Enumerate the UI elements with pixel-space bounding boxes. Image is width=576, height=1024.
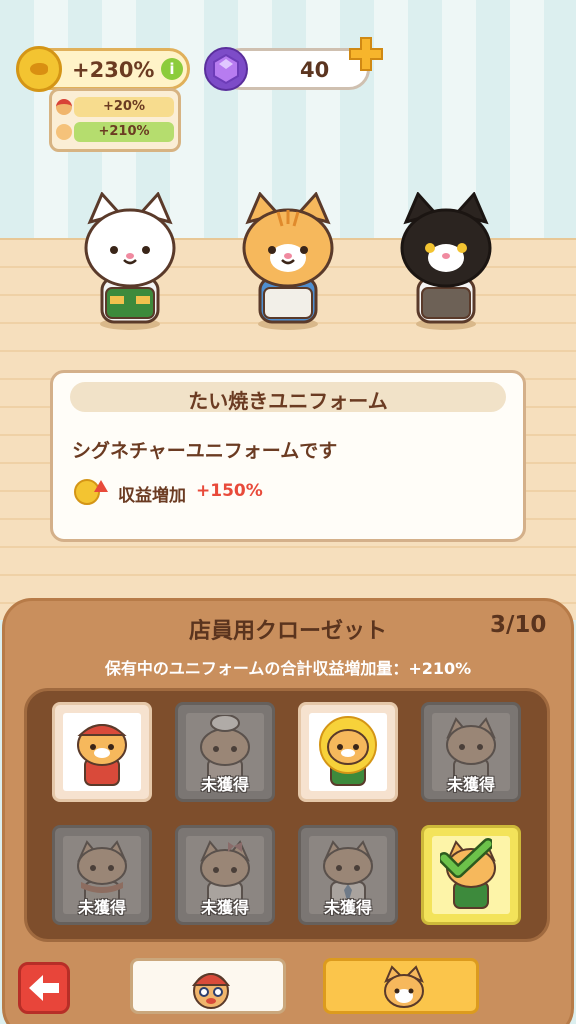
purple-gem-icon [204, 47, 248, 91]
locked-label: 未獲得 [323, 898, 372, 917]
uniform-title: たい焼きユニフォーム [188, 389, 388, 413]
checkmark-icon [440, 838, 492, 878]
closet-count: 3/10 [490, 612, 547, 638]
staff-tab-button[interactable] [130, 958, 286, 1014]
orange-tabby-cat-character[interactable] [238, 192, 338, 332]
coin-bonus-value: +230% [72, 58, 155, 82]
red-cap-cat-icon [77, 724, 127, 786]
uniform-slot-ribbon[interactable]: 未獲得 [175, 825, 275, 925]
uniform-slot-sunflower[interactable] [298, 702, 398, 802]
uniform-slot-apron[interactable]: 未獲得 [421, 702, 521, 802]
coin-icon [16, 46, 62, 92]
uniform-slot-chef-hat[interactable]: 未獲得 [175, 702, 275, 802]
uniform-slot-red-cap[interactable] [52, 702, 152, 802]
locked-label: 未獲得 [77, 898, 126, 917]
locked-label: 未獲得 [446, 775, 495, 794]
effect-label: 収益増加 [118, 486, 186, 506]
back-button[interactable] [18, 962, 70, 1014]
black-cat-character[interactable] [396, 192, 496, 332]
uniform-description: シグネチャーユニフォームです [72, 440, 338, 462]
sunflower-cat-icon [319, 716, 377, 786]
gem-count: 40 [300, 58, 330, 82]
staff-face-icon [56, 99, 72, 115]
cat-tab-button[interactable] [323, 958, 479, 1014]
info-icon[interactable]: i [161, 58, 183, 80]
uniform-slot-taiyaki-selected[interactable] [421, 825, 521, 925]
staff-face-icon [191, 973, 231, 1009]
cat-face-icon [56, 124, 72, 140]
locked-label: 未獲得 [200, 898, 249, 917]
closet-total-bonus: 保有中のユニフォームの合計収益増加量：+210% [104, 659, 472, 678]
locked-label: 未獲得 [200, 775, 249, 794]
uniform-slot-red-scarf[interactable]: 未獲得 [52, 825, 152, 925]
game-screen: +230% i +20% +210% 40 たい焼きユニフォーム シグネチャーユ… [0, 0, 576, 1024]
staff-bonus-value: +20% [74, 97, 174, 117]
back-arrow-icon [29, 975, 59, 1001]
effect-value: +150% [196, 481, 263, 501]
up-arrow-icon [94, 480, 108, 492]
white-cat-character[interactable] [80, 192, 180, 332]
cat-bonus-value: +210% [74, 122, 174, 142]
uniform-slot-tie[interactable]: 未獲得 [298, 825, 398, 925]
cat-face-icon [384, 965, 424, 1008]
plus-icon[interactable] [348, 36, 384, 72]
